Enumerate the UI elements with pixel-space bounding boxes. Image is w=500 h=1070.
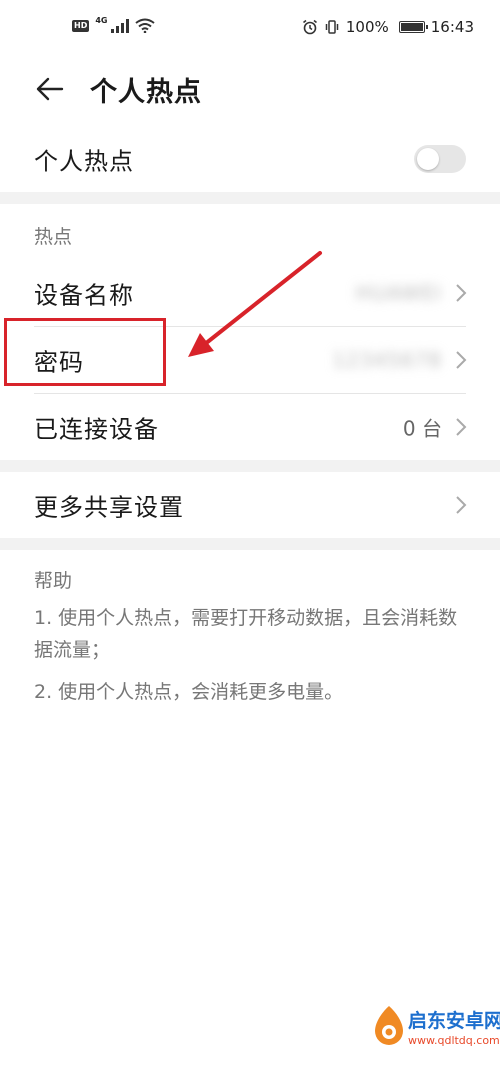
watermark-title: 启东安卓网 xyxy=(408,1010,500,1032)
status-bar-right: 100% 16:43 xyxy=(302,18,474,36)
hd-icon: HD xyxy=(72,19,90,32)
vibrate-icon xyxy=(325,20,339,34)
annotation-highlight-box xyxy=(4,318,166,386)
battery-percent: 100% xyxy=(345,18,389,36)
more-sharing-settings-row[interactable]: 更多共享设置 xyxy=(0,472,500,538)
help-line-1: 1. 使用个人热点，需要打开移动数据，且会消耗数据流量； xyxy=(34,607,458,661)
network-type-label: 4G xyxy=(95,16,108,25)
hotspot-settings-screen: HD 4G 100% 16:43 个人热点 个人热点 热点 设备名称 HUAWE… xyxy=(0,0,500,1070)
section-separator xyxy=(0,192,500,204)
device-name-label: 设备名称 xyxy=(34,281,134,310)
password-value: 12345678 xyxy=(332,348,442,372)
device-name-value: HUAWEI xyxy=(355,281,442,305)
alarm-icon xyxy=(302,19,317,35)
more-sharing-settings-label: 更多共享设置 xyxy=(34,493,184,522)
watermark-url: www.qdltdq.com xyxy=(408,1034,500,1047)
help-section-header: 帮助 xyxy=(34,570,73,592)
hotspot-switch[interactable] xyxy=(414,145,466,173)
status-time: 16:43 xyxy=(430,18,474,36)
chevron-right-icon xyxy=(456,284,467,302)
section-separator xyxy=(0,538,500,550)
battery-icon xyxy=(398,21,428,33)
chevron-right-icon xyxy=(456,496,467,514)
help-line-2: 2. 使用个人热点，会消耗更多电量。 xyxy=(34,681,344,703)
connected-devices-label: 已连接设备 xyxy=(34,415,159,444)
page-title: 个人热点 xyxy=(90,77,202,108)
wifi-icon xyxy=(135,18,156,33)
status-bar: HD 4G 100% 16:43 xyxy=(0,0,500,58)
connected-devices-count: 0 台 xyxy=(402,416,442,441)
connected-devices-row[interactable]: 已连接设备 0 台 xyxy=(0,394,500,460)
status-bar-left: HD 4G xyxy=(72,16,156,33)
signal-icon xyxy=(111,18,130,33)
arrow-left-icon[interactable] xyxy=(34,74,64,104)
app-bar: 个人热点 xyxy=(0,58,500,120)
switch-knob xyxy=(417,148,439,170)
watermark-logo-icon xyxy=(375,1006,403,1045)
hotspot-toggle-row[interactable]: 个人热点 xyxy=(0,126,500,192)
chevron-right-icon xyxy=(456,351,467,369)
section-separator xyxy=(0,460,500,472)
hotspot-section-header: 热点 xyxy=(34,226,73,248)
hotspot-toggle-label: 个人热点 xyxy=(34,147,134,176)
device-name-row[interactable]: 设备名称 HUAWEI xyxy=(0,260,500,326)
chevron-right-icon xyxy=(456,418,467,436)
watermark: 启东安卓网 www.qdltdq.com xyxy=(368,996,500,1070)
